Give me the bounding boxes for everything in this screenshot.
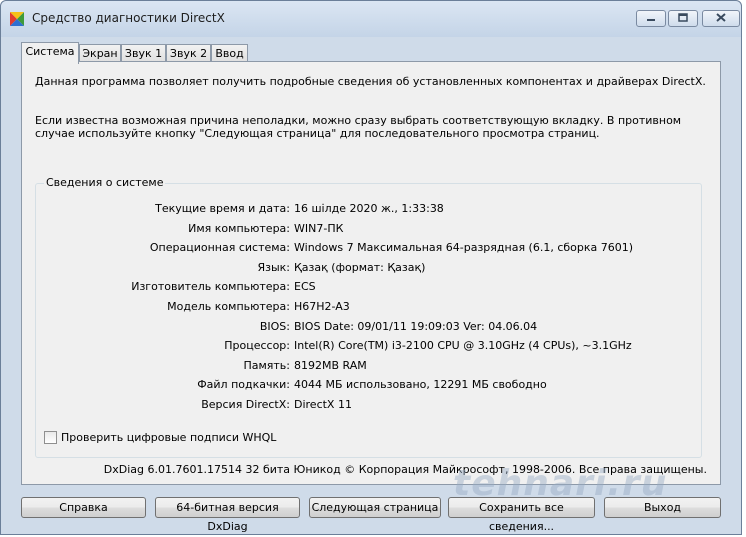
close-button[interactable] — [702, 10, 740, 27]
directx-icon — [8, 10, 26, 28]
info-value: Windows 7 Максимальная 64-разрядная (6.1… — [294, 241, 634, 255]
info-row-date: Текущие время и дата: 16 шілде 2020 ж., … — [36, 202, 703, 216]
info-row-model: Модель компьютера: H67H2-A3 — [36, 300, 703, 314]
info-label: Текущие время и дата: — [155, 202, 290, 215]
info-value: 4044 МБ использовано, 12291 МБ свободно — [294, 378, 547, 392]
minimize-icon — [646, 12, 656, 25]
system-info-group: Сведения о системе Текущие время и дата:… — [35, 176, 703, 458]
info-value: BIOS Date: 09/01/11 19:09:03 Ver: 04.06.… — [294, 319, 538, 333]
save-all-button[interactable]: Сохранить все сведения... — [448, 497, 595, 533]
version-copyright-text: DxDiag 6.01.7601.17514 32 бита Юникод © … — [103, 463, 707, 476]
info-row-os: Операционная система: Windows 7 Максимал… — [36, 241, 703, 255]
tab-input[interactable]: Ввод — [211, 44, 248, 62]
system-tab-panel: Данная программа позволяет получить подр… — [21, 61, 721, 485]
info-row-bios: BIOS: BIOS Date: 09/01/11 19:09:03 Ver: … — [36, 320, 703, 334]
tab-display[interactable]: Экран — [79, 44, 121, 62]
maximize-icon — [678, 12, 688, 25]
info-value: H67H2-A3 — [294, 300, 350, 313]
info-value: DirectX 11 — [294, 398, 352, 411]
info-value: Қазақ (формат: Қазақ) — [294, 260, 426, 274]
info-label: Операционная система: — [149, 241, 290, 255]
info-row-computer-name: Имя компьютера: WIN7-ПК — [36, 222, 703, 236]
minimize-button[interactable] — [636, 10, 666, 27]
info-row-directx-version: Версия DirectX: DirectX 11 — [36, 398, 703, 412]
info-label: Память: — [243, 358, 290, 372]
info-label: Модель компьютера: — [167, 300, 290, 313]
info-row-language: Язык: Қазақ (формат: Қазақ) — [36, 261, 703, 275]
maximize-button[interactable] — [668, 10, 698, 27]
intro-text-1: Данная программа позволяет получить подр… — [35, 75, 706, 88]
dxdiag-window: Средство диагностики DirectX Система Экр… — [0, 0, 742, 535]
window-title: Средство диагностики DirectX — [32, 11, 225, 25]
help-button[interactable]: Справка — [21, 497, 146, 518]
close-icon — [716, 12, 726, 25]
info-row-memory: Память: 8192MB RAM — [36, 359, 703, 373]
tab-system[interactable]: Система — [21, 42, 79, 64]
info-label: Файл подкачки: — [197, 378, 290, 392]
whql-checkbox-label[interactable]: Проверить цифровые подписи WHQL — [61, 431, 276, 444]
info-value: 16 шілде 2020 ж., 1:33:38 — [294, 202, 444, 215]
info-label: Версия DirectX: — [201, 398, 290, 411]
info-label: Язык: — [257, 260, 290, 274]
next-page-button[interactable]: Следующая страница — [309, 497, 441, 518]
info-label: Имя компьютера: — [188, 221, 290, 235]
title-bar[interactable]: Средство диагностики DirectX — [1, 1, 741, 37]
dxdiag-64bit-button[interactable]: 64-битная версия DxDiag — [155, 497, 300, 533]
whql-checkbox[interactable] — [44, 431, 57, 444]
info-row-page-file: Файл подкачки: 4044 МБ использовано, 122… — [36, 378, 703, 392]
group-title: Сведения о системе — [44, 176, 166, 189]
info-row-processor: Процессор: Intel(R) Core(TM) i3-2100 CPU… — [36, 339, 703, 353]
info-value: Intel(R) Core(TM) i3-2100 CPU @ 3.10GHz … — [294, 339, 632, 353]
info-label: Процессор: — [224, 339, 290, 353]
tab-sound-2[interactable]: Звук 2 — [166, 44, 211, 62]
intro-text-2: Если известна возможная причина неполадк… — [35, 114, 682, 140]
tab-sound-1[interactable]: Звук 1 — [121, 44, 166, 62]
info-value: ECS — [294, 280, 316, 294]
info-label: Изготовитель компьютера: — [131, 280, 290, 294]
exit-button[interactable]: Выход — [604, 497, 721, 518]
info-row-manufacturer: Изготовитель компьютера: ECS — [36, 280, 703, 294]
info-value: 8192MB RAM — [294, 358, 367, 372]
info-label: BIOS: — [259, 319, 290, 333]
info-value: WIN7-ПК — [294, 221, 344, 235]
